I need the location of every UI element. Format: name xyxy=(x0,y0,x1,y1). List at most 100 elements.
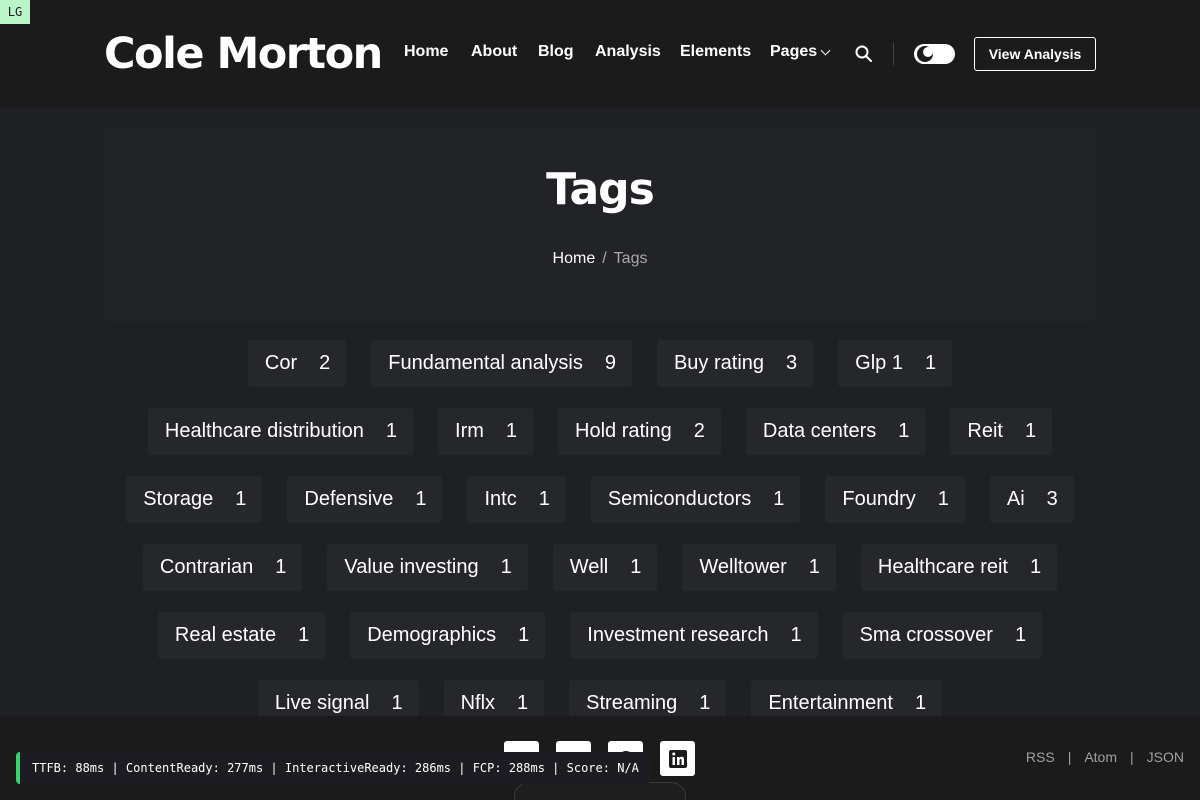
tag-name: Hold rating xyxy=(575,420,672,442)
tag-count: 1 xyxy=(538,488,550,510)
breadcrumb-separator: / xyxy=(602,250,607,267)
tag-name: Data centers xyxy=(762,420,877,442)
nav-elements[interactable]: Elements xyxy=(680,43,751,61)
tag-item[interactable]: Hold rating 2 xyxy=(558,408,721,455)
feed-separator: | xyxy=(1067,749,1072,765)
chevron-down-icon xyxy=(820,45,831,55)
tag-item[interactable]: Irm 1 xyxy=(438,408,534,455)
tag-item[interactable]: Welltower 1 xyxy=(682,544,836,591)
tag-name: Ai xyxy=(1006,488,1025,510)
atom-link[interactable]: Atom xyxy=(1084,749,1117,765)
tag-name: Storage xyxy=(143,488,214,510)
nav-blog[interactable]: Blog xyxy=(538,43,574,61)
feed-links: RSS | Atom | JSON xyxy=(1026,749,1184,765)
linkedin-icon[interactable] xyxy=(660,741,695,776)
tag-item[interactable]: Intc 1 xyxy=(467,476,566,523)
tag-count: 1 xyxy=(630,556,642,578)
site-logo[interactable]: Cole Morton xyxy=(104,28,383,80)
tag-name: Welltower xyxy=(699,556,787,578)
tag-name: Reit xyxy=(967,420,1003,442)
tag-item[interactable]: Glp 1 1 xyxy=(838,340,953,387)
tag-item[interactable]: Sma crossover 1 xyxy=(842,612,1043,659)
view-analysis-button[interactable]: View Analysis xyxy=(974,37,1096,71)
tag-item[interactable]: Cor 2 xyxy=(247,340,347,387)
tag-count: 1 xyxy=(914,692,927,714)
tag-name: Cor xyxy=(264,352,298,374)
tag-name: Glp 1 xyxy=(855,352,903,374)
feed-separator: | xyxy=(1130,749,1134,765)
tag-name: Semiconductors xyxy=(607,488,752,510)
tag-count: 1 xyxy=(773,488,785,510)
tag-item[interactable]: Real estate 1 xyxy=(157,612,326,659)
tag-item[interactable]: Fundamental analysis 9 xyxy=(371,340,632,387)
lg-badge: LG xyxy=(0,0,30,24)
tag-count: 3 xyxy=(786,352,798,374)
page-hero: Tags Home / Tags xyxy=(104,128,1096,322)
nav-pages[interactable]: Pages xyxy=(770,43,831,61)
tag-item[interactable]: Value investing 1 xyxy=(327,544,528,591)
tag-name: Investment research xyxy=(587,624,769,646)
tag-name: Well xyxy=(569,556,609,578)
tag-count: 1 xyxy=(1029,556,1042,578)
tag-name: Streaming xyxy=(586,692,678,714)
tag-item[interactable]: Healthcare reit 1 xyxy=(860,544,1058,591)
tag-count: 3 xyxy=(1046,488,1058,510)
tag-item[interactable]: Buy rating 3 xyxy=(656,340,814,387)
tag-name: Buy rating xyxy=(673,352,765,374)
nav-analysis[interactable]: Analysis xyxy=(595,43,661,61)
tag-name: Real estate xyxy=(174,624,277,646)
breadcrumb-current: Tags xyxy=(613,250,648,267)
tag-name: Defensive xyxy=(304,488,394,510)
tag-item[interactable]: Investment research 1 xyxy=(570,612,818,659)
json-link[interactable]: JSON xyxy=(1147,749,1184,765)
tag-name: Foundry xyxy=(842,488,916,510)
tag-count: 1 xyxy=(1014,624,1027,646)
tag-item[interactable]: Contrarian 1 xyxy=(142,544,303,591)
tag-name: Sma crossover xyxy=(859,624,993,646)
tag-item[interactable]: Defensive 1 xyxy=(287,476,443,523)
tag-count: 1 xyxy=(391,692,403,714)
dock-toolbar[interactable] xyxy=(514,782,686,800)
search-icon[interactable] xyxy=(855,45,872,62)
page-title: Tags xyxy=(546,164,655,215)
tag-item[interactable]: Well 1 xyxy=(552,544,658,591)
tag-count: 2 xyxy=(319,352,331,374)
breadcrumb-home[interactable]: Home xyxy=(553,250,596,267)
nav-home[interactable]: Home xyxy=(404,43,448,61)
performance-overlay: TTFB: 88ms | ContentReady: 277ms | Inter… xyxy=(16,752,650,784)
tag-item[interactable]: Healthcare distribution 1 xyxy=(147,408,414,455)
tag-item[interactable]: Foundry 1 xyxy=(825,476,965,523)
tag-list: Cor 2 Fundamental analysis 9 Buy rating 3 Glp … xyxy=(120,340,1080,727)
tag-count: 1 xyxy=(505,420,518,442)
tag-count: 9 xyxy=(604,352,616,374)
tag-item[interactable]: Data centers 1 xyxy=(745,408,926,455)
tag-count: 1 xyxy=(924,352,937,374)
theme-toggle[interactable] xyxy=(914,44,955,64)
tag-count: 1 xyxy=(415,488,427,510)
tag-count: 1 xyxy=(518,624,530,646)
tag-count: 1 xyxy=(898,420,910,442)
tag-name: Contrarian xyxy=(159,556,254,578)
tag-name: Intc xyxy=(484,488,517,510)
tag-item[interactable]: Ai 3 xyxy=(989,476,1074,523)
tag-count: 1 xyxy=(808,556,820,578)
tag-count: 1 xyxy=(699,692,711,714)
tag-count: 1 xyxy=(235,488,247,510)
tag-name: Fundamental analysis xyxy=(388,352,583,374)
tag-item[interactable]: Reit 1 xyxy=(950,408,1053,455)
nav-about[interactable]: About xyxy=(471,43,517,61)
tag-item[interactable]: Semiconductors 1 xyxy=(590,476,801,523)
tag-count: 1 xyxy=(298,624,310,646)
tag-item[interactable]: Storage 1 xyxy=(126,476,263,523)
site-header: Cole Morton Home About Blog Analysis Ele… xyxy=(0,0,1200,108)
tag-item[interactable]: Demographics 1 xyxy=(350,612,546,659)
moon-icon xyxy=(915,44,935,64)
tag-count: 1 xyxy=(790,624,802,646)
tag-count: 1 xyxy=(1024,420,1037,442)
tag-count: 2 xyxy=(693,420,705,442)
tag-count: 1 xyxy=(937,488,949,510)
tag-name: Healthcare distribution xyxy=(164,420,364,442)
tag-name: Value investing xyxy=(344,556,479,578)
nav-pages-label: Pages xyxy=(770,43,818,60)
rss-link[interactable]: RSS xyxy=(1026,749,1055,765)
